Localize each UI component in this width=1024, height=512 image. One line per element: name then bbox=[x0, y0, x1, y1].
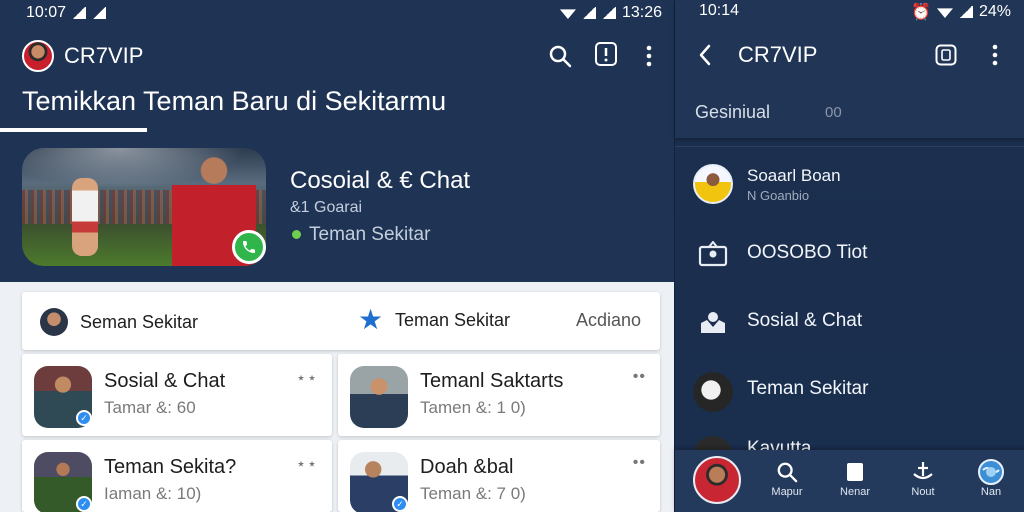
page-headline: Temikkan Teman Baru di Sekitarmu bbox=[22, 86, 447, 116]
hero-meta: Teman Sekitar bbox=[309, 224, 431, 245]
signal-icon bbox=[72, 7, 87, 19]
filter-bar: Seman Sekitar ★ Teman Sekitar Acdiano bbox=[22, 292, 660, 350]
menu-item-sublabel: N Goanbio bbox=[747, 188, 810, 203]
message-icon bbox=[827, 458, 883, 486]
card-subtitle: Tamar &: 60 bbox=[104, 398, 196, 417]
group-icon bbox=[697, 308, 729, 336]
signal-icon-right bbox=[958, 6, 973, 18]
nav-item-search[interactable]: Mapur bbox=[759, 458, 815, 498]
nav-item-globe[interactable]: Nan bbox=[963, 458, 1019, 498]
status-bar-right-pane: ⏰ 24% bbox=[911, 2, 1011, 22]
card-title: Doah &bal bbox=[420, 456, 514, 478]
card-subtitle: Teman &: 7 0) bbox=[420, 484, 526, 503]
online-dot-icon bbox=[290, 228, 303, 241]
friend-card[interactable]: ✓ Doah &bal Teman &: 7 0) •• bbox=[338, 440, 660, 512]
filter-avatar bbox=[40, 308, 68, 336]
nav-item-messages[interactable]: Nenar bbox=[827, 458, 883, 498]
active-tab-indicator bbox=[0, 128, 147, 132]
left-pane: 10:07 13:26 CR7VIP Temikkan Teman Baru d… bbox=[0, 0, 674, 512]
section-label: Gesiniual bbox=[695, 102, 771, 122]
friend-card[interactable]: ✓ Teman Sekita? Iaman &: 10) ⋆⋆ bbox=[22, 440, 332, 512]
wifi-icon bbox=[559, 9, 576, 19]
nav-item-map[interactable]: Nout bbox=[895, 458, 951, 498]
search-icon bbox=[759, 458, 815, 486]
menu-item-profile[interactable]: Soaarl Boan N Goanbio bbox=[675, 156, 1024, 212]
signal-icon-4 bbox=[601, 7, 616, 19]
bottom-navigation: Mapur Nenar Nout Nan bbox=[675, 450, 1024, 512]
card-more-icon[interactable]: •• bbox=[633, 454, 646, 472]
menu-item-partial[interactable]: Kavutta bbox=[675, 428, 1024, 450]
nav-profile-avatar[interactable] bbox=[693, 456, 741, 504]
section-count: 00 bbox=[825, 104, 842, 121]
card-more-icon[interactable]: ⋆⋆ bbox=[296, 368, 318, 388]
signal-icon-2 bbox=[92, 7, 107, 19]
friend-card[interactable]: Temanl Saktarts Tamen &: 1 0) •• bbox=[338, 354, 660, 436]
right-app-title: CR7VIP bbox=[738, 42, 818, 67]
menu-avatar bbox=[693, 164, 733, 204]
divider bbox=[675, 146, 1024, 147]
right-header: 10:14 ⏰ 24% CR7VIP Gesiniual 00 bbox=[675, 0, 1024, 138]
hero-title: Cosoial & € Chat bbox=[290, 167, 471, 194]
app-title: CR7VIP bbox=[64, 43, 144, 68]
more-vert-icon[interactable] bbox=[638, 42, 660, 70]
battery-level: 24% bbox=[978, 3, 1011, 20]
filter-favorites-button[interactable]: Teman Sekitar bbox=[395, 310, 510, 331]
status-bar-left: 10:07 bbox=[26, 2, 107, 24]
right-pane: 10:14 ⏰ 24% CR7VIP Gesiniual 00 Soaarl B… bbox=[674, 0, 1024, 512]
menu-item-social-chat[interactable]: Sosial & Chat bbox=[675, 296, 1024, 352]
menu-avatar bbox=[693, 436, 733, 450]
back-arrow-icon[interactable] bbox=[693, 42, 717, 68]
status-clock: 13:26 bbox=[621, 4, 662, 21]
friend-card[interactable]: ✓ Sosial & Chat Tamar &: 60 ⋆⋆ bbox=[22, 354, 332, 436]
location-pin-icon bbox=[697, 240, 729, 268]
verified-check-icon: ✓ bbox=[392, 496, 408, 512]
card-more-icon[interactable]: ⋆⋆ bbox=[296, 454, 318, 474]
menu-item-label: Soaarl Boan bbox=[747, 166, 841, 185]
hero-image[interactable] bbox=[22, 148, 266, 266]
globe-icon bbox=[963, 458, 1019, 486]
verified-check-icon: ✓ bbox=[76, 496, 92, 512]
wifi-icon-right bbox=[936, 8, 953, 18]
profile-avatar[interactable] bbox=[22, 40, 54, 72]
signal-icon-3 bbox=[581, 7, 596, 19]
nav-label: Nout bbox=[911, 486, 935, 498]
search-icon[interactable] bbox=[546, 42, 574, 70]
player-running-figure bbox=[72, 178, 98, 256]
card-more-icon[interactable]: •• bbox=[633, 368, 646, 386]
menu-item-label: Teman Sekitar bbox=[747, 378, 869, 399]
menu-item-label: OOSOBO Tiot bbox=[747, 242, 868, 263]
nav-label: Nan bbox=[980, 486, 1002, 498]
card-subtitle: Iaman &: 10) bbox=[104, 484, 202, 503]
menu-avatar bbox=[693, 372, 733, 412]
card-thumbnail bbox=[350, 366, 408, 428]
filter-nearby-button[interactable]: Seman Sekitar bbox=[80, 312, 198, 333]
nav-label: Nenar bbox=[840, 486, 870, 498]
status-time-right: 10:14 bbox=[699, 2, 740, 19]
phone-call-icon[interactable] bbox=[232, 230, 266, 264]
menu-item-label: Sosial & Chat bbox=[747, 310, 863, 331]
info-icon[interactable] bbox=[933, 42, 959, 68]
card-subtitle: Tamen &: 1 0) bbox=[420, 398, 526, 417]
nav-label: Mapur bbox=[771, 486, 803, 498]
verified-check-icon: ✓ bbox=[76, 410, 92, 426]
more-vert-icon-right[interactable] bbox=[987, 42, 1003, 68]
alert-icon[interactable] bbox=[592, 40, 620, 68]
location-marker-icon bbox=[895, 458, 951, 486]
filter-right-button[interactable]: Acdiano bbox=[576, 310, 641, 331]
hero-subtitle: &1 Goarai bbox=[290, 199, 363, 216]
menu-item-label: Kavutta bbox=[747, 438, 812, 450]
card-title: Sosial & Chat bbox=[104, 370, 226, 392]
left-header: 10:07 13:26 CR7VIP Temikkan Teman Baru d… bbox=[0, 0, 674, 282]
menu-item-location[interactable]: OOSOBO Tiot bbox=[675, 228, 1024, 284]
card-title: Temanl Saktarts bbox=[420, 370, 564, 392]
menu-item-nearby-friends[interactable]: Teman Sekitar bbox=[675, 364, 1024, 420]
alarm-icon: ⏰ bbox=[911, 4, 931, 21]
star-icon[interactable]: ★ bbox=[358, 306, 383, 334]
status-bar-right: 13:26 bbox=[559, 2, 662, 24]
app-screenshot: 10:07 13:26 CR7VIP Temikkan Teman Baru d… bbox=[0, 0, 1024, 512]
status-time: 10:07 bbox=[26, 4, 67, 21]
card-title: Teman Sekita? bbox=[104, 456, 237, 478]
